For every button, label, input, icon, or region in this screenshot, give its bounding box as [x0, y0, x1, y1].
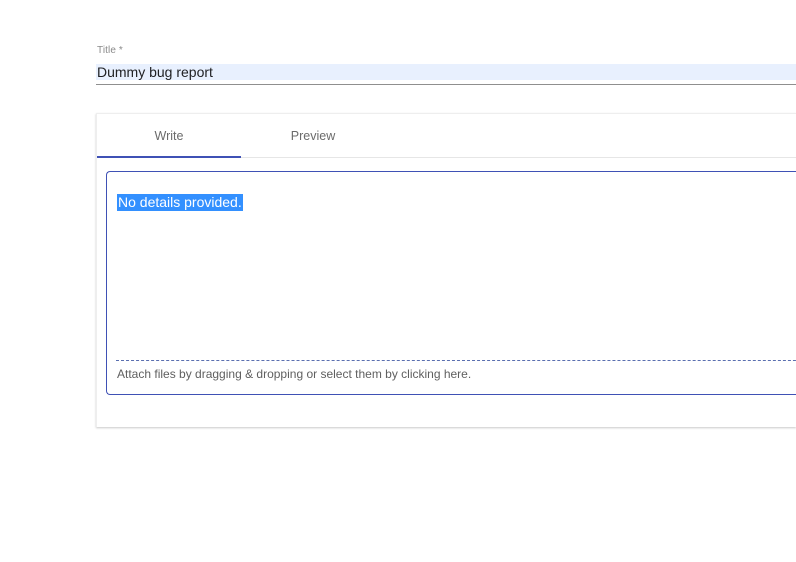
title-field[interactable]: Title * — [96, 44, 796, 86]
attach-files-link[interactable]: Attach files by dragging & dropping or s… — [117, 367, 471, 381]
active-tab-indicator — [97, 156, 241, 158]
editor-card: Write Preview No details provided. Attac… — [96, 113, 796, 427]
title-input[interactable] — [96, 64, 796, 80]
details-textarea[interactable]: No details provided. Attach files by dra… — [106, 171, 796, 395]
tab-preview[interactable]: Preview — [241, 114, 385, 157]
title-label: Title * — [97, 45, 123, 56]
bug-report-form: Title * Write Preview No details provide… — [96, 44, 796, 427]
attach-divider — [116, 360, 796, 361]
editor-tabs: Write Preview — [97, 114, 796, 158]
details-text-selected: No details provided. — [117, 194, 243, 211]
title-underline — [96, 84, 796, 85]
tab-write[interactable]: Write — [97, 114, 241, 157]
